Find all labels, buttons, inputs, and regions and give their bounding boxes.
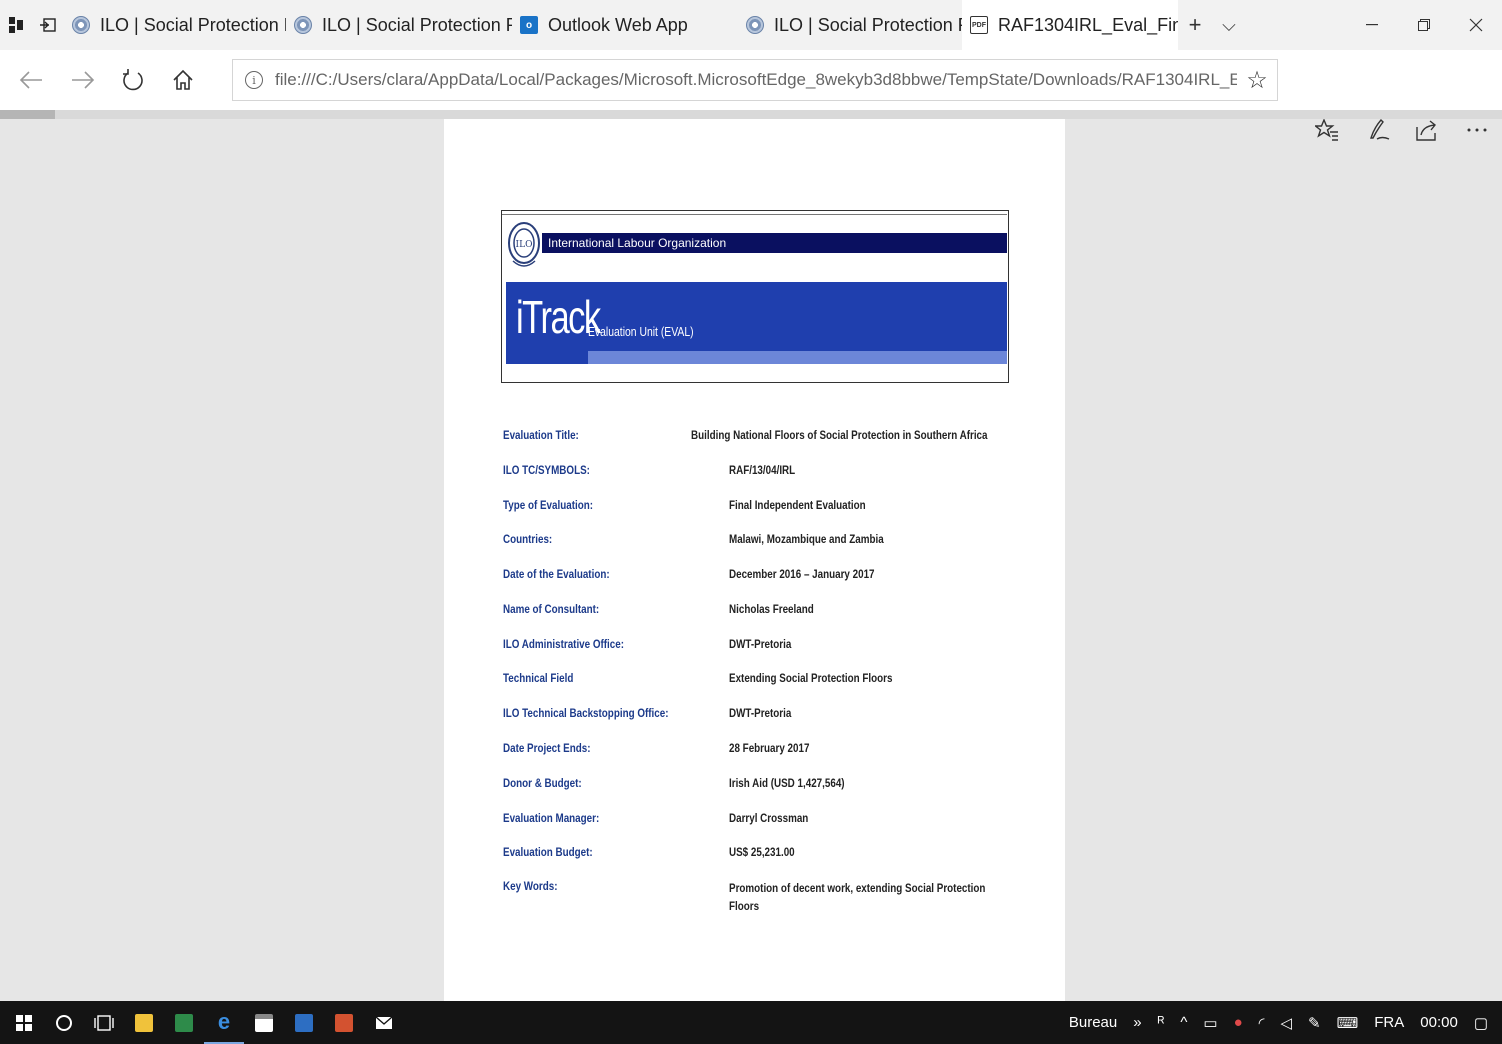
wifi-icon[interactable]: ◜ xyxy=(1251,1014,1273,1032)
field-value: RAF/13/04/IRL xyxy=(729,463,796,477)
ilo-favicon-icon xyxy=(746,16,764,34)
pdf-page: ILO International Labour Organization iT… xyxy=(444,119,1065,1001)
volume-icon[interactable]: ◁ xyxy=(1272,1014,1300,1032)
tab-pdf-active[interactable]: PDF RAF1304IRL_Eval_Final ✕ xyxy=(962,0,1178,50)
windows-taskbar: e Bureau » ᴿ ^ ▭ ● ◜ ◁ ✎ ⌨ FRA 00:00 ▢ xyxy=(0,1001,1502,1044)
navigation-bar: i file:///C:/Users/clara/AppData/Local/P… xyxy=(0,50,1502,141)
ilo-favicon-icon xyxy=(294,16,312,34)
tab-label: ILO | Social Protection Plat xyxy=(100,14,286,35)
evaluation-unit-label: Evaluation Unit (EVAL) xyxy=(588,324,694,339)
tab-groups-icon[interactable] xyxy=(0,0,32,50)
action-center-icon[interactable]: ▢ xyxy=(1466,1014,1502,1032)
set-aside-tabs-icon[interactable] xyxy=(32,0,64,50)
address-bar[interactable]: i file:///C:/Users/clara/AppData/Local/P… xyxy=(232,59,1278,101)
field-label: Evaluation Title: xyxy=(503,428,579,442)
tab-label: Outlook Web App xyxy=(548,14,688,35)
field-value: US$ 25,231.00 xyxy=(729,845,795,859)
pdf-favicon-icon: PDF xyxy=(970,16,988,34)
toolbar-expand-icon[interactable]: » xyxy=(1125,1014,1149,1031)
windows-start-icon[interactable] xyxy=(4,1001,44,1044)
close-window-icon[interactable] xyxy=(1450,0,1502,50)
tab-ilo-2[interactable]: ILO | Social Protection Plat xyxy=(286,0,512,50)
field-label: Date of the Evaluation: xyxy=(503,567,610,581)
show-hidden-icons-chevron-icon[interactable]: ^ xyxy=(1172,1014,1195,1031)
field-value: Irish Aid (USD 1,427,564) xyxy=(729,776,845,790)
field-label: Evaluation Budget: xyxy=(503,845,593,859)
info-icon[interactable]: i xyxy=(245,71,263,89)
pdf-toolbar-strip xyxy=(0,110,1502,119)
favorite-star-icon[interactable]: ☆ xyxy=(1237,66,1277,95)
field-label: ILO Technical Backstopping Office: xyxy=(503,706,669,720)
tab-label: ILO | Social Protection Plat xyxy=(774,14,962,35)
battery-icon[interactable]: ▭ xyxy=(1195,1014,1225,1032)
share-icon[interactable] xyxy=(1402,100,1452,160)
field-value: Darryl Crossman xyxy=(729,811,809,825)
tab-ilo-1[interactable]: ILO | Social Protection Plat xyxy=(64,0,286,50)
favorites-list-icon[interactable] xyxy=(1302,100,1352,160)
field-label: ILO Administrative Office: xyxy=(503,637,625,651)
desktop-toolbar-label[interactable]: Bureau xyxy=(1061,1014,1125,1031)
field-value: Malawi, Mozambique and Zambia xyxy=(729,532,884,546)
address-url[interactable]: file:///C:/Users/clara/AppData/Local/Pac… xyxy=(275,70,1237,90)
new-tab-button[interactable]: + xyxy=(1178,12,1212,38)
svg-text:ILO: ILO xyxy=(516,240,533,250)
pen-workspace-icon[interactable]: ✎ xyxy=(1300,1014,1329,1032)
store-icon[interactable] xyxy=(244,1001,284,1044)
home-icon[interactable] xyxy=(158,50,208,110)
itrack-banner: ILO International Labour Organization iT… xyxy=(501,210,1009,383)
field-label: Donor & Budget: xyxy=(503,776,582,790)
field-label: Type of Evaluation: xyxy=(503,498,594,512)
field-label: Technical Field xyxy=(503,671,574,685)
tab-label: RAF1304IRL_Eval_Final xyxy=(998,14,1178,35)
security-alert-icon[interactable]: ● xyxy=(1226,1014,1251,1031)
minimize-icon[interactable] xyxy=(1346,0,1398,50)
field-value: Nicholas Freeland xyxy=(729,602,814,616)
forward-arrow-icon[interactable] xyxy=(58,50,108,110)
tab-outlook[interactable]: o Outlook Web App xyxy=(512,0,738,50)
organization-name: International Labour Organization xyxy=(542,233,1007,253)
field-value: 28 February 2017 xyxy=(729,741,810,755)
ilo-logo-icon: ILO xyxy=(508,222,540,267)
pen-icon[interactable] xyxy=(1354,100,1404,160)
file-explorer-icon[interactable] xyxy=(124,1001,164,1044)
edge-browser-icon[interactable]: e xyxy=(204,1001,244,1044)
field-value: DWT-Pretoria xyxy=(729,637,792,651)
field-value: December 2016 – January 2017 xyxy=(729,567,875,581)
refresh-icon[interactable] xyxy=(108,50,158,110)
people-icon[interactable]: ᴿ xyxy=(1150,1014,1173,1031)
cortana-search-icon[interactable] xyxy=(44,1001,84,1044)
outlook-app-icon[interactable] xyxy=(284,1001,324,1044)
tab-bar: ILO | Social Protection Plat ILO | Socia… xyxy=(0,0,1502,50)
tab-ilo-3[interactable]: ILO | Social Protection Plat xyxy=(738,0,962,50)
input-language[interactable]: FRA xyxy=(1366,1014,1412,1031)
back-arrow-icon[interactable] xyxy=(6,50,56,110)
clock-time[interactable]: 00:00 xyxy=(1412,1014,1466,1031)
field-value: Final Independent Evaluation xyxy=(729,498,866,512)
powerpoint-icon[interactable] xyxy=(324,1001,364,1044)
field-value: DWT-Pretoria xyxy=(729,706,792,720)
field-label: Name of Consultant: xyxy=(503,602,600,616)
excel-icon[interactable] xyxy=(164,1001,204,1044)
field-label: Key Words: xyxy=(503,879,558,893)
tab-label: ILO | Social Protection Plat xyxy=(322,14,512,35)
field-label: Countries: xyxy=(503,532,553,546)
field-value: Extending Social Protection Floors xyxy=(729,671,893,685)
task-view-icon[interactable] xyxy=(84,1001,124,1044)
field-value: Building National Floors of Social Prote… xyxy=(691,428,988,442)
field-label: Date Project Ends: xyxy=(503,741,591,755)
field-label: ILO TC/SYMBOLS: xyxy=(503,463,590,477)
field-value: Promotion of decent work, extending Soci… xyxy=(729,881,986,913)
tab-list-chevron-icon[interactable]: ⌵ xyxy=(1212,15,1246,36)
touch-keyboard-icon[interactable]: ⌨ xyxy=(1329,1014,1367,1032)
more-icon[interactable] xyxy=(1452,100,1502,160)
mail-icon[interactable] xyxy=(364,1001,404,1044)
ilo-favicon-icon xyxy=(72,16,90,34)
field-label: Evaluation Manager: xyxy=(503,811,600,825)
system-tray: Bureau » ᴿ ^ ▭ ● ◜ ◁ ✎ ⌨ FRA 00:00 ▢ xyxy=(1061,1001,1502,1044)
outlook-favicon-icon: o xyxy=(520,16,538,34)
restore-icon[interactable] xyxy=(1398,0,1450,50)
